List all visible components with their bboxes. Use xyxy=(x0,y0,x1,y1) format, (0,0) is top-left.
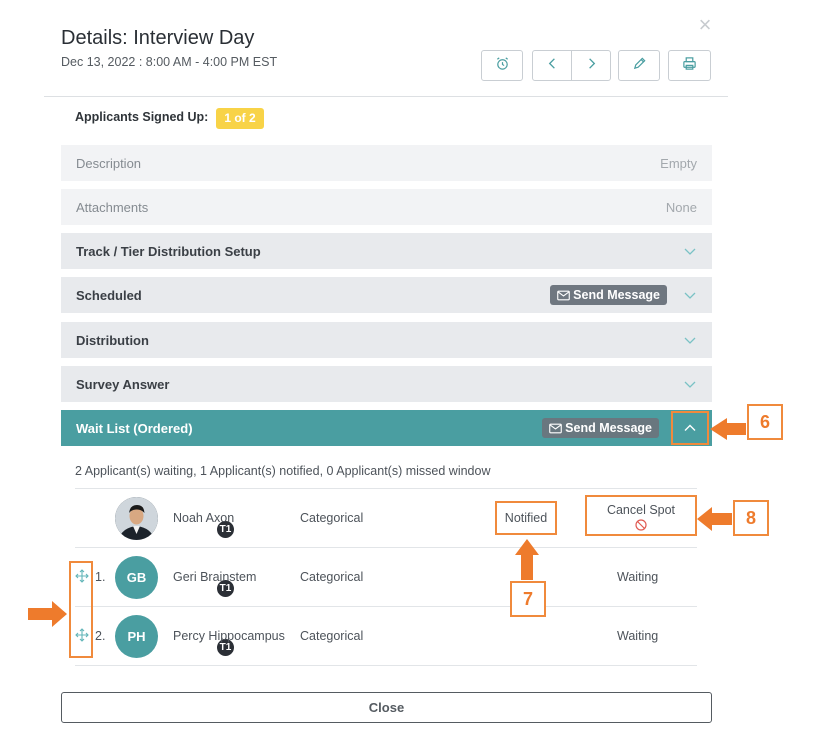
attachments-row: Attachments None xyxy=(61,189,712,225)
collapse-wait-list-button[interactable] xyxy=(671,411,709,445)
row-index: 2. xyxy=(95,629,106,643)
row-index: 1. xyxy=(95,570,106,584)
row-divider xyxy=(75,665,697,666)
avatar xyxy=(115,497,158,540)
arrow-6 xyxy=(710,418,746,440)
description-label: Description xyxy=(76,155,142,171)
track-tier-section[interactable]: Track / Tier Distribution Setup xyxy=(61,233,712,269)
survey-answer-label: Survey Answer xyxy=(76,376,170,392)
status-text: Notified xyxy=(504,511,548,525)
status-text: Waiting xyxy=(617,629,659,643)
avatar: GB xyxy=(115,556,158,599)
event-datetime: Dec 13, 2022 : 8:00 AM - 4:00 PM EST xyxy=(61,55,278,69)
header-divider xyxy=(44,96,728,97)
previous-button[interactable] xyxy=(532,50,572,81)
attachments-value: None xyxy=(665,199,697,215)
cancel-spot-button[interactable]: Cancel Spot xyxy=(585,495,697,536)
drag-handles-highlight xyxy=(69,561,93,658)
send-message-label: Send Message xyxy=(573,288,660,302)
chevron-left-icon xyxy=(545,56,560,76)
close-button[interactable]: Close xyxy=(61,692,712,723)
close-icon[interactable]: × xyxy=(695,14,715,36)
chevron-up-icon xyxy=(684,424,696,431)
chevron-down-icon[interactable] xyxy=(683,377,697,391)
arrow-drag xyxy=(28,601,67,627)
envelope-icon xyxy=(557,290,570,300)
status-text: Waiting xyxy=(617,570,659,584)
scheduled-label: Scheduled xyxy=(76,287,142,303)
distribution-label: Distribution xyxy=(76,332,149,348)
survey-answer-section[interactable]: Survey Answer xyxy=(61,366,712,402)
send-message-label: Send Message xyxy=(565,421,652,435)
callout-6: 6 xyxy=(747,404,783,440)
applicant-category: Categorical xyxy=(300,511,364,525)
status-notified: Notified xyxy=(495,501,557,535)
signed-up-badge: 1 of 2 xyxy=(216,108,264,129)
alarm-icon xyxy=(495,56,510,76)
signed-up-label: Applicants Signed Up: xyxy=(75,110,209,124)
reminder-button[interactable] xyxy=(481,50,523,81)
pencil-icon xyxy=(632,56,647,76)
wait-list-send-message-button[interactable]: Send Message xyxy=(542,418,659,438)
prohibited-icon xyxy=(635,519,647,531)
applicant-category: Categorical xyxy=(300,570,364,584)
arrow-8 xyxy=(697,507,732,531)
callout-8: 8 xyxy=(733,500,769,536)
applicant-name: Noah Axon xyxy=(173,511,235,525)
chevron-down-icon[interactable] xyxy=(683,333,697,347)
wait-list-section[interactable]: Wait List (Ordered) Send Message xyxy=(61,410,712,446)
next-button[interactable] xyxy=(571,50,611,81)
scheduled-send-message-button[interactable]: Send Message xyxy=(550,285,667,305)
envelope-icon xyxy=(549,423,562,433)
page-title: Details: Interview Day xyxy=(61,27,255,49)
wait-list-summary: 2 Applicant(s) waiting, 1 Applicant(s) n… xyxy=(75,464,491,478)
wait-list-label: Wait List (Ordered) xyxy=(76,420,193,436)
chevron-down-icon[interactable] xyxy=(683,244,697,258)
description-value: Empty xyxy=(660,155,697,171)
avatar: PH xyxy=(115,615,158,658)
table-row: 2. PH T1 Percy Hippocampus Categorical W… xyxy=(75,607,697,665)
cancel-spot-label: Cancel Spot xyxy=(606,503,676,517)
scheduled-section[interactable]: Scheduled Send Message xyxy=(61,277,712,313)
applicant-name: Percy Hippocampus xyxy=(173,629,285,643)
edit-button[interactable] xyxy=(618,50,660,81)
applicant-name: Geri Brainstem xyxy=(173,570,257,584)
print-button[interactable] xyxy=(668,50,711,81)
description-row: Description Empty xyxy=(61,145,712,181)
callout-7: 7 xyxy=(510,581,546,617)
chevron-right-icon xyxy=(584,56,599,76)
printer-icon xyxy=(682,56,697,76)
table-row: 1. GB T1 Geri Brainstem Categorical Wait… xyxy=(75,548,697,606)
applicant-category: Categorical xyxy=(300,629,364,643)
chevron-down-icon[interactable] xyxy=(683,288,697,302)
distribution-section[interactable]: Distribution xyxy=(61,322,712,358)
track-tier-label: Track / Tier Distribution Setup xyxy=(76,243,261,259)
attachments-label: Attachments xyxy=(76,199,149,215)
